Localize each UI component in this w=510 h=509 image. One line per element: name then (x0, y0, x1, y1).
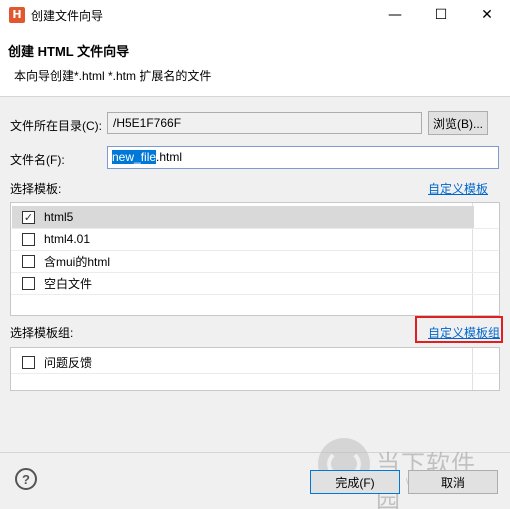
template-item-html5[interactable]: ✓ html5 (12, 206, 474, 228)
minimize-icon[interactable]: — (372, 0, 418, 30)
list-item-label: html5 (44, 210, 74, 224)
checkbox[interactable]: ✓ (22, 210, 35, 224)
template-group-list[interactable]: 问题反馈 (10, 347, 500, 391)
template-list[interactable]: ✓ html5 html4.01 含mui的html 空白文件 (10, 202, 500, 316)
close-icon[interactable]: ✕ (464, 0, 510, 30)
filename-selected-text: new_file (112, 150, 157, 164)
filename-label: 文件名(F): (10, 153, 65, 167)
list-item-label: html4.01 (44, 232, 91, 246)
template-group-item-feedback[interactable]: 问题反馈 (12, 351, 474, 373)
filename-extension-text: .html (156, 150, 183, 164)
wizard-header: 创建 HTML 文件向导 本向导创建*.html *.htm 扩展名的文件 (0, 30, 510, 94)
finish-button[interactable]: 完成(F) (310, 470, 400, 494)
wizard-description: 本向导创建*.html *.htm 扩展名的文件 (14, 69, 212, 83)
checkbox[interactable] (22, 232, 35, 246)
help-icon[interactable]: ? (15, 468, 37, 490)
directory-field[interactable]: /H5E1F766F (107, 112, 422, 134)
window-title: 创建文件向导 (31, 9, 104, 23)
template-item-mui-html[interactable]: 含mui的html (12, 250, 474, 272)
title-bar: H 创建文件向导 — ☐ ✕ (0, 0, 510, 30)
row-divider (11, 294, 499, 295)
row-divider (11, 373, 499, 374)
cancel-button[interactable]: 取消 (408, 470, 498, 494)
wizard-title: 创建 HTML 文件向导 (8, 44, 130, 59)
list-item-label: 含mui的html (44, 254, 111, 269)
template-item-blank-file[interactable]: 空白文件 (12, 272, 474, 294)
hbuilder-logo-icon: H (9, 7, 25, 23)
browse-button[interactable]: 浏览(B)... (428, 111, 488, 135)
filename-input[interactable]: new_file.html (107, 146, 499, 169)
template-groups-label: 选择模板组: (10, 326, 74, 340)
directory-label: 文件所在目录(C): (10, 119, 102, 133)
custom-template-link[interactable]: 自定义模板 (428, 180, 488, 197)
footer-divider (0, 452, 510, 453)
list-item-label: 空白文件 (44, 276, 93, 291)
maximize-icon[interactable]: ☐ (418, 0, 464, 30)
annotation-highlight-box (415, 316, 503, 343)
checkbox[interactable] (22, 254, 35, 268)
checkbox[interactable] (22, 276, 35, 290)
template-item-html401[interactable]: html4.01 (12, 228, 474, 250)
list-item-label: 问题反馈 (44, 355, 93, 370)
checkbox[interactable] (22, 355, 35, 369)
templates-label: 选择模板: (10, 182, 62, 196)
